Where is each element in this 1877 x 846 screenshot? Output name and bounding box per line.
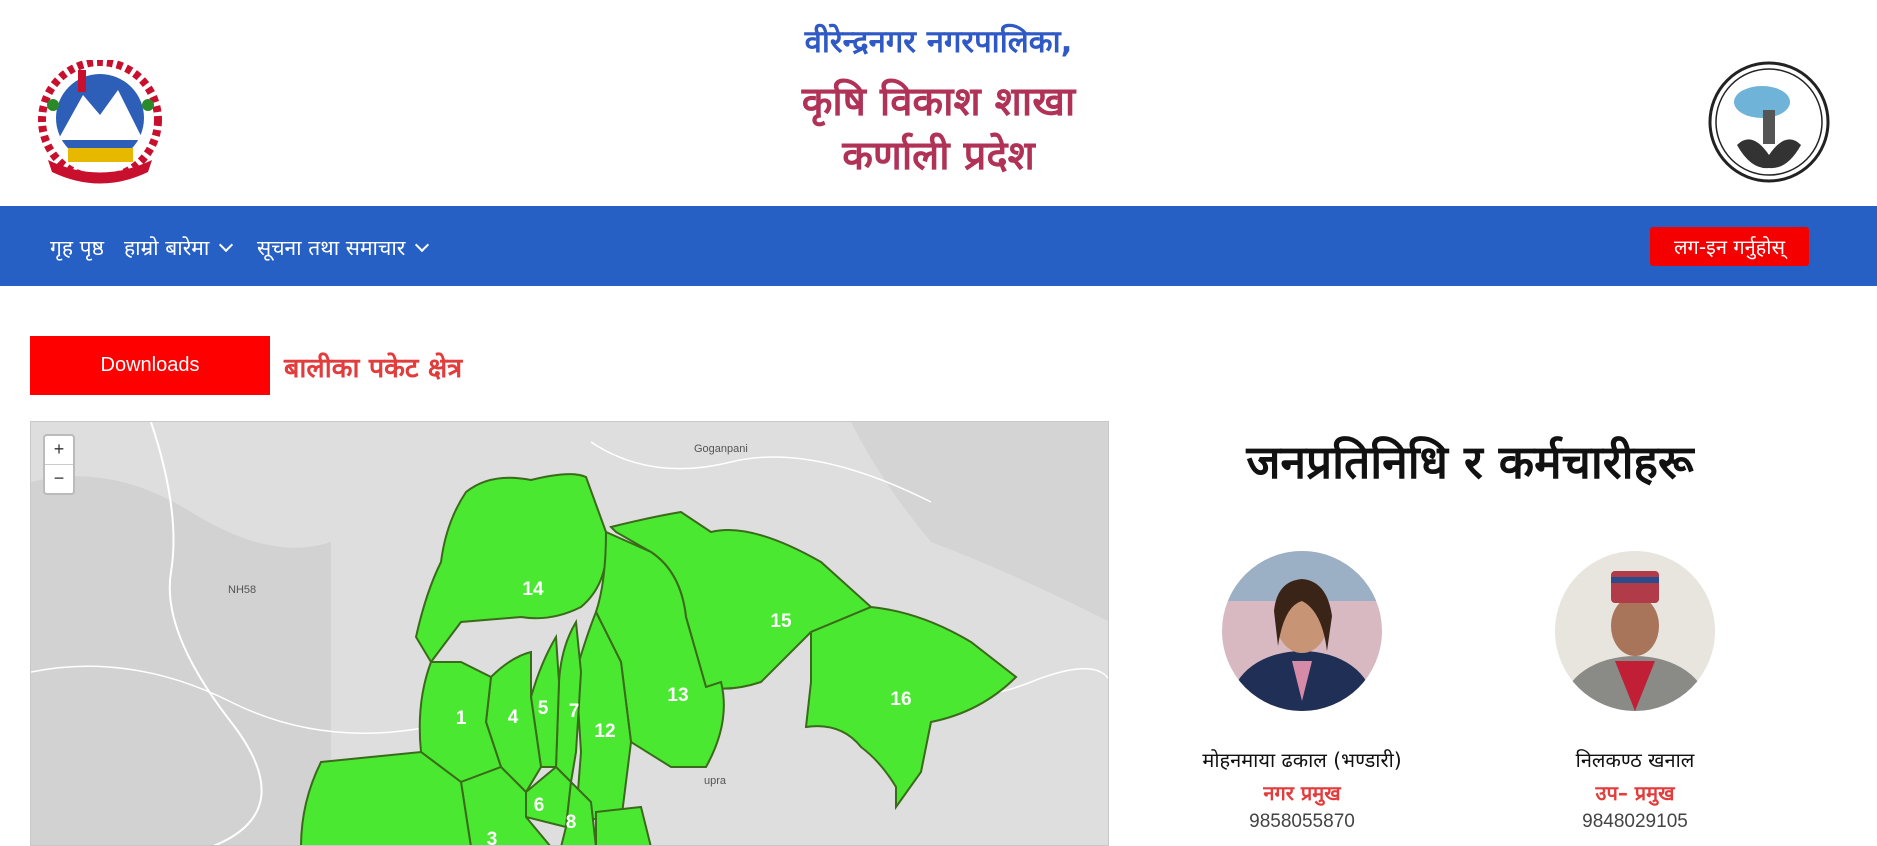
- person-name: निलकण्ठ खनाल: [1575, 748, 1695, 772]
- crop-pocket-area-heading: बालीका पकेट क्षेत्र: [284, 353, 463, 384]
- nav-news-label: सूचना तथा समाचार: [257, 236, 406, 260]
- representatives-heading: जनप्रतिनिधि र कर्मचारीहरू: [1246, 435, 1694, 489]
- map-place-label: Goganpani: [694, 443, 748, 455]
- zone-label: 5: [538, 698, 549, 719]
- municipality-logo: [1708, 61, 1830, 183]
- map-place-label: upra: [704, 775, 727, 787]
- nav-about-dropdown[interactable]: हाम्रो बारेमा: [124, 234, 234, 262]
- branch-title: कृषि विकाश शाखा: [801, 79, 1076, 125]
- person-photo-2: [1555, 551, 1715, 711]
- zoom-out-button[interactable]: −: [45, 464, 73, 493]
- person-name: मोहनमाया ढकाल (भण्डारी): [1202, 748, 1402, 772]
- site-header: वीरेन्द्रनगर नगरपालिका, कृषि विकाश शाखा …: [0, 0, 1877, 206]
- person-role: नगर प्रमुख: [1263, 781, 1341, 805]
- chevron-down-icon: [219, 237, 234, 253]
- zone-label: 8: [566, 812, 577, 833]
- zone-label: 12: [594, 721, 615, 742]
- person-phone: 9848029105: [1582, 811, 1688, 832]
- zone-label: 13: [667, 685, 688, 706]
- zone-label: 6: [534, 795, 545, 816]
- municipality-title: वीरेन्द्रनगर नगरपालिका,: [804, 24, 1073, 60]
- zone-9: [595, 805, 652, 845]
- pocket-area-map[interactable]: 14 15 16 13 12 1 4 5 7 6 8 3 Goganpani N…: [30, 421, 1109, 846]
- zone-label: 4: [508, 707, 519, 728]
- person-role: उप– प्रमुख: [1595, 781, 1675, 805]
- zone-label: 7: [569, 701, 580, 722]
- nav-home[interactable]: गृह पृष्ठ: [50, 234, 104, 262]
- province-title: कर्णाली प्रदेश: [842, 133, 1035, 179]
- nav-news-dropdown[interactable]: सूचना तथा समाचार: [257, 234, 430, 262]
- person-phone: 9858055870: [1249, 811, 1355, 832]
- zone-label: 14: [522, 579, 544, 600]
- main-navbar: गृह पृष्ठ हाम्रो बारेमा सूचना तथा समाचार: [0, 206, 1877, 286]
- downloads-button[interactable]: Downloads: [30, 336, 270, 395]
- zone-label: 3: [487, 829, 498, 846]
- avatar: [1222, 551, 1382, 711]
- map-zoom-control: + −: [43, 434, 75, 495]
- avatar: [1555, 551, 1715, 711]
- zone-label: 16: [890, 689, 911, 710]
- chevron-down-icon: [415, 237, 430, 253]
- login-button[interactable]: लग-इन गर्नुहोस्: [1650, 227, 1809, 266]
- zone-label: 15: [770, 611, 792, 632]
- zone-label: 1: [456, 708, 467, 729]
- person-photo-1: [1222, 551, 1382, 711]
- nav-about-label: हाम्रो बारेमा: [124, 236, 210, 260]
- map-road-label: NH58: [228, 584, 256, 596]
- map-canvas[interactable]: 14 15 16 13 12 1 4 5 7 6 8 3 Goganpani N…: [31, 422, 1109, 846]
- zoom-in-button[interactable]: +: [45, 436, 73, 464]
- nav-home-label: गृह पृष्ठ: [50, 236, 104, 260]
